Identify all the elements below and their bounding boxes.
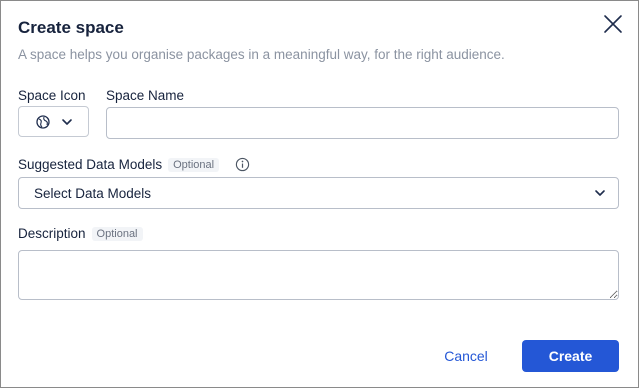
space-name-label: Space Name <box>106 88 185 103</box>
description-label-row: Description Optional <box>18 226 143 241</box>
dialog-title: Create space <box>18 18 124 37</box>
data-models-label: Suggested Data Models <box>18 157 163 172</box>
dialog-subtitle: A space helps you organise packages in a… <box>18 47 505 62</box>
description-textarea[interactable] <box>18 250 619 300</box>
data-models-label-row: Suggested Data Models Optional <box>18 157 220 172</box>
globe-icon <box>35 114 50 129</box>
info-icon[interactable] <box>235 157 250 172</box>
chevron-down-icon <box>61 118 72 125</box>
data-models-placeholder: Select Data Models <box>34 185 152 201</box>
space-name-input[interactable] <box>106 107 619 139</box>
chevron-down-icon <box>595 190 605 196</box>
optional-badge: Optional <box>168 158 220 172</box>
close-icon[interactable] <box>601 12 625 36</box>
create-button[interactable]: Create <box>522 340 619 372</box>
create-space-dialog: Create space A space helps you organise … <box>0 0 639 388</box>
optional-badge: Optional <box>91 227 143 241</box>
cancel-button[interactable]: Cancel <box>426 340 506 372</box>
space-icon-select[interactable] <box>18 106 89 137</box>
description-label: Description <box>18 226 86 241</box>
data-models-select[interactable]: Select Data Models <box>18 177 619 209</box>
space-icon-label: Space Icon <box>18 88 86 103</box>
